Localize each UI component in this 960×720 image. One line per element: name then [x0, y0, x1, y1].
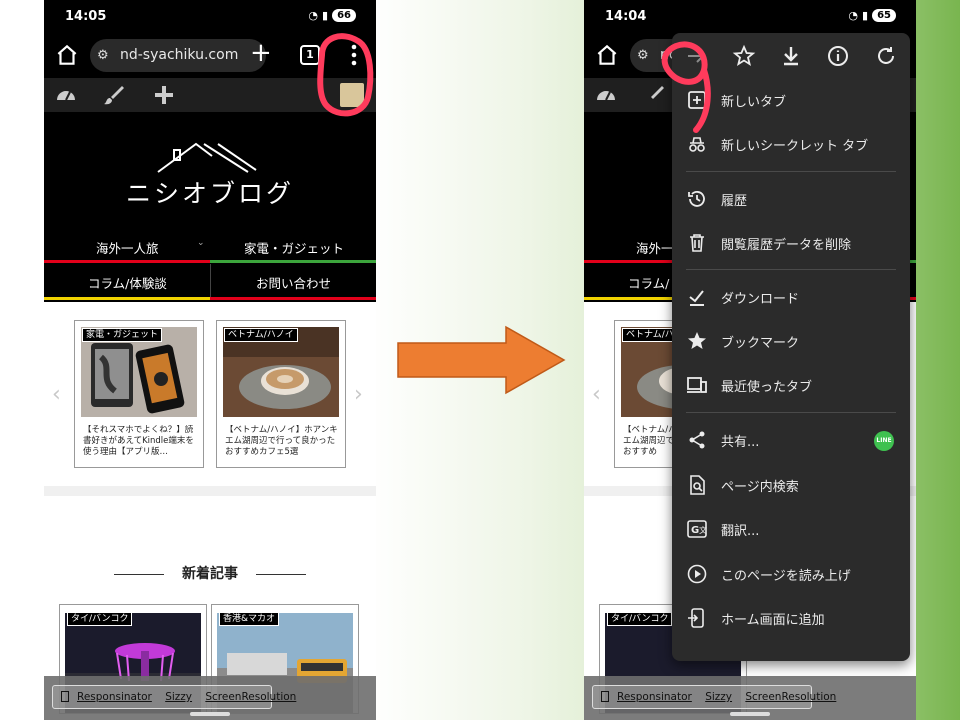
sizzy-link[interactable]: Sizzy: [705, 691, 732, 703]
devtools-bar: Responsinator Sizzy ScreenResolution: [584, 676, 916, 720]
category-tag[interactable]: タイ/バンコク: [607, 612, 673, 626]
menu-item-bookmarks[interactable]: ブックマーク: [672, 319, 910, 363]
dashboard-icon[interactable]: [54, 83, 78, 107]
menu-item-share[interactable]: 共有... LINE: [672, 418, 910, 462]
add-to-home-icon: [688, 608, 704, 628]
menu-item-translate[interactable]: G文 翻訳...: [672, 507, 910, 551]
menu-item-recent-tabs[interactable]: 最近使ったタブ: [672, 363, 910, 407]
menu-item-clear-data[interactable]: 閲覧履歴データを削除: [672, 221, 910, 265]
device-icon: [601, 691, 609, 702]
category-tag[interactable]: ベトナム/ハ: [622, 328, 678, 342]
category-tag[interactable]: 香港&マカオ: [219, 612, 280, 626]
responsinator-link[interactable]: Responsinator: [77, 691, 152, 703]
menu-item-read-aloud[interactable]: このページを読み上げ: [672, 552, 910, 596]
download-icon[interactable]: [779, 44, 803, 68]
card-title[interactable]: 【ベトナム/ハノイ】ホアンキエム湖周辺で行って良かったおすすめカフェ5選: [225, 425, 339, 461]
signal-icon: ▮: [322, 9, 329, 22]
devtools-bar: Responsinator Sizzy ScreenResolution: [44, 676, 376, 720]
read-aloud-icon: [687, 564, 707, 584]
category-tag[interactable]: 家電・ガジェット: [82, 328, 163, 342]
share-icon: [689, 431, 705, 449]
star-icon[interactable]: [732, 44, 756, 68]
menu-item-add-to-home[interactable]: ホーム画面に追加: [672, 596, 910, 640]
info-icon[interactable]: [826, 44, 850, 68]
svg-text:G: G: [691, 525, 699, 536]
recent-tabs-icon: [687, 377, 707, 393]
chevron-down-icon: ⌄: [197, 238, 205, 248]
category-tag[interactable]: タイ/バンコク: [67, 612, 133, 626]
gesture-handle: [730, 712, 770, 716]
device-icon: [61, 691, 69, 702]
menu-divider: [686, 171, 896, 172]
screenresolution-link[interactable]: ScreenResolution: [205, 691, 296, 703]
chevron-right-icon[interactable]: ›: [354, 382, 363, 407]
nav-divider: [210, 264, 211, 297]
gesture-handle: [190, 712, 230, 716]
svg-text:文: 文: [699, 525, 707, 535]
section-separator: [44, 486, 376, 496]
featured-carousel: ‹ 家電・ガジェット 【それスマホでよくね？】読書好きがあえてKindle端末を…: [44, 310, 376, 485]
refresh-icon[interactable]: [874, 44, 898, 68]
nav-overseas-travel[interactable]: 海外一人旅: [96, 238, 159, 257]
find-in-page-icon: [690, 475, 705, 495]
devtools-links: Responsinator Sizzy ScreenResolution: [52, 685, 296, 709]
nav-gadgets[interactable]: 家電・ガジェット: [244, 238, 344, 257]
bookmark-star-icon: [688, 332, 706, 349]
arrow-right-icon: [397, 325, 566, 395]
sizzy-link[interactable]: Sizzy: [165, 691, 192, 703]
signal-icon: ▮: [862, 9, 869, 22]
address-bar[interactable]: ⚙ nd-syachiku.com: [90, 39, 266, 72]
downloads-icon: [689, 290, 704, 306]
annotation-circle: [317, 33, 374, 117]
menu-item-downloads[interactable]: ダウンロード: [672, 275, 910, 319]
section-heading: 新着記事: [44, 563, 376, 583]
nav-contact[interactable]: お問い合わせ: [256, 273, 331, 292]
nav-color-line: [44, 297, 376, 300]
customize-brush-icon[interactable]: [102, 83, 126, 107]
site-header: ニシオブログ 海外一人旅 ⌄ 家電・ガジェット コラム/体験談 お問い合わせ: [44, 112, 376, 302]
chevron-left-icon[interactable]: ‹: [52, 382, 61, 407]
responsinator-link[interactable]: Responsinator: [617, 691, 692, 703]
annotation-circle: [661, 41, 711, 133]
menu-divider: [686, 412, 896, 413]
wifi-icon: ◔: [848, 9, 859, 22]
menu-item-find-in-page[interactable]: ページ内検索: [672, 463, 910, 507]
devtools-links: Responsinator Sizzy ScreenResolution: [592, 685, 836, 709]
carousel-card[interactable]: 家電・ガジェット 【それスマホでよくね？】読書好きがあえてKindle端末を使う…: [74, 320, 204, 468]
category-tag[interactable]: ベトナム/ハノイ: [224, 328, 298, 342]
chevron-left-icon[interactable]: ‹: [592, 382, 601, 407]
card-title[interactable]: 【それスマホでよくね？】読書好きがあえてKindle端末を使う理由【アプリ版…: [83, 425, 197, 461]
url-text: nd-syachiku.com: [120, 47, 239, 63]
wifi-icon: ◔: [308, 9, 319, 22]
site-settings-icon[interactable]: ⚙: [97, 39, 109, 72]
history-icon: [688, 191, 705, 207]
translate-icon: G文: [687, 520, 707, 538]
screenresolution-link[interactable]: ScreenResolution: [745, 691, 836, 703]
battery-indicator: 66: [332, 9, 356, 22]
status-bar: 14:04 ◔ ▮ 65: [584, 0, 916, 34]
menu-divider: [686, 269, 896, 270]
dashboard-icon[interactable]: [594, 83, 618, 107]
house-logo-icon: [157, 142, 257, 173]
trash-icon: [690, 234, 704, 252]
nav-color-line: [44, 260, 376, 263]
site-logo-text[interactable]: ニシオブログ: [44, 174, 376, 210]
battery-indicator: 65: [872, 9, 896, 22]
carousel-card[interactable]: ベトナム/ハノイ 【ベトナム/ハノイ】ホアンキエム湖周辺で行って良かったおすすめ…: [216, 320, 346, 468]
add-new-icon[interactable]: [152, 83, 176, 107]
menu-item-history[interactable]: 履歴: [672, 177, 910, 221]
nav-column[interactable]: コラム/: [628, 273, 669, 292]
nav-overseas-travel[interactable]: 海外一: [636, 238, 674, 257]
nav-column[interactable]: コラム/体験談: [88, 273, 167, 292]
phone-screenshot-after: 14:04 ◔ ▮ 65 ⚙ nc 海外一 コラム/ ‹ ベトナム/ハ 【ベトナ…: [584, 0, 916, 720]
home-icon[interactable]: [594, 42, 620, 68]
status-time: 14:05: [65, 9, 107, 24]
new-tab-plus-icon[interactable]: +: [250, 38, 272, 68]
home-icon[interactable]: [54, 42, 80, 68]
line-app-icon[interactable]: LINE: [874, 431, 894, 451]
status-time: 14:04: [605, 9, 647, 24]
